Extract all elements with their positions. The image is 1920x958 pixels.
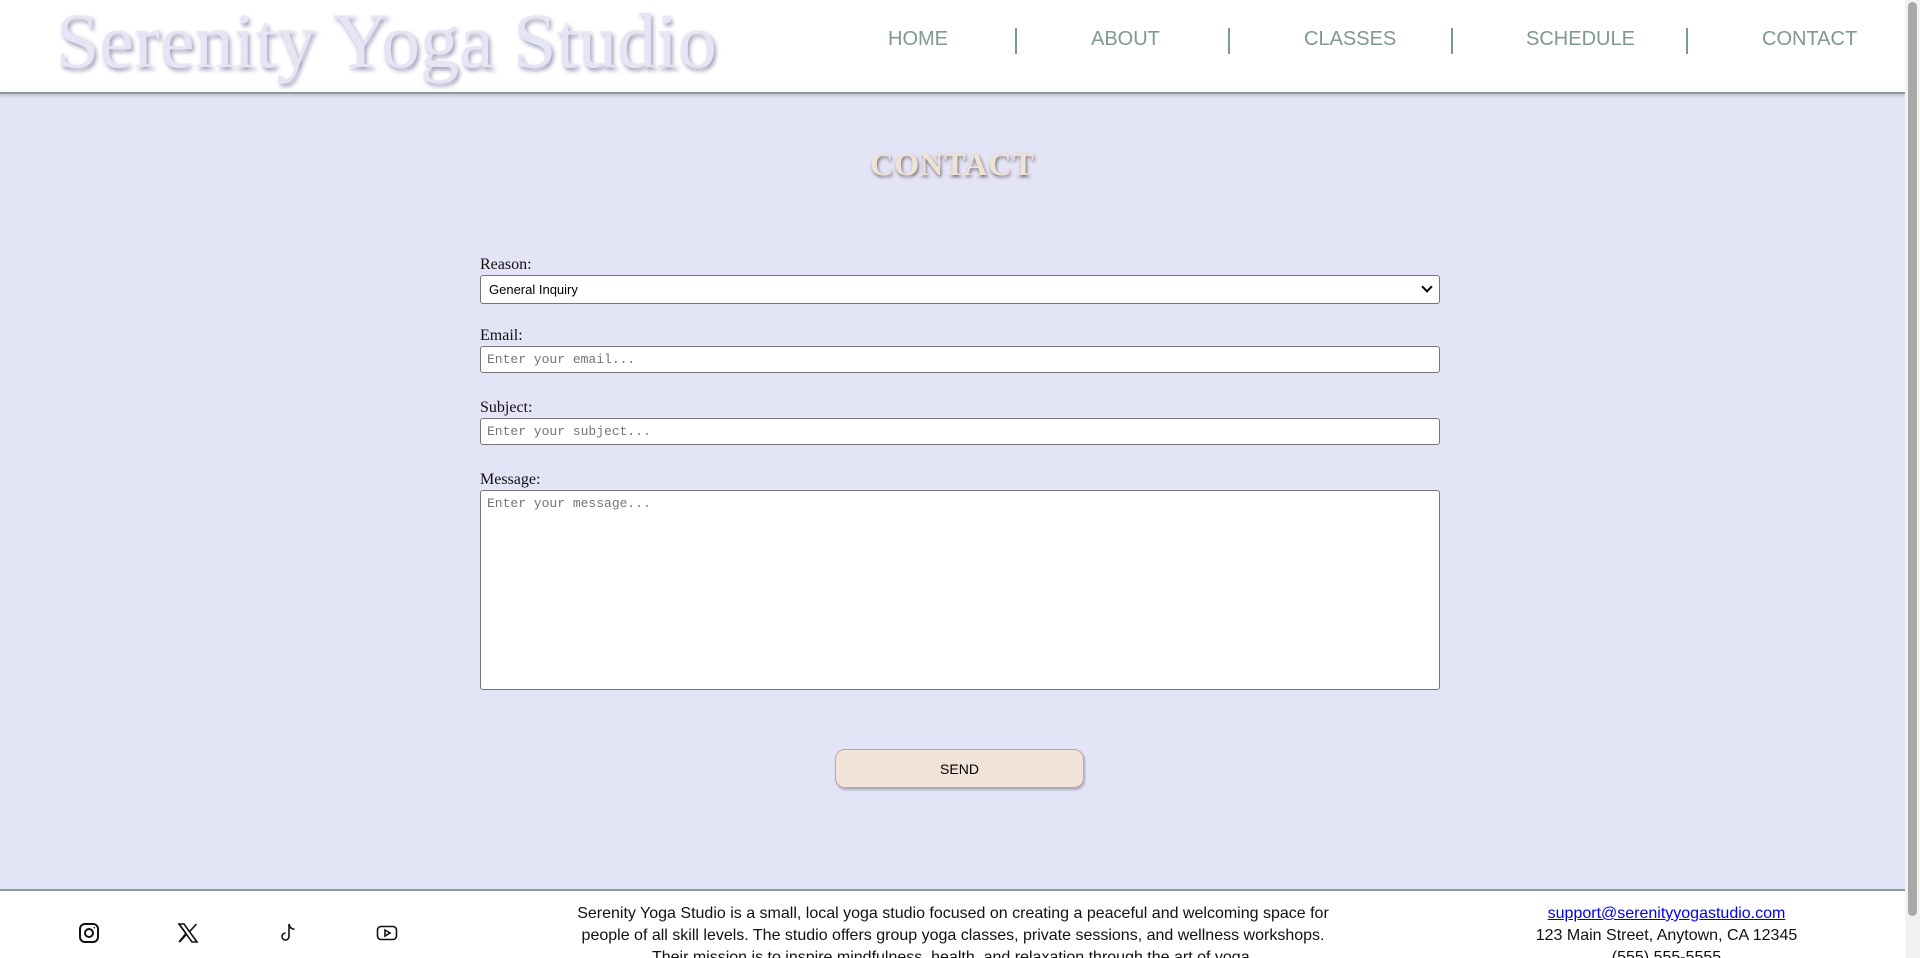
nav-classes[interactable]: CLASSES xyxy=(1304,28,1396,51)
nav-divider xyxy=(1451,28,1453,54)
reason-label: Reason: xyxy=(480,256,532,273)
footer-about-line: people of all skill levels. The studio o… xyxy=(581,927,1325,944)
support-email-link[interactable]: support@serenityyogastudio.com xyxy=(1548,905,1786,922)
footer-address: 123 Main Street, Anytown, CA 12345 xyxy=(1535,927,1798,944)
reason-selected-value: General Inquiry xyxy=(489,282,578,297)
nav-divider xyxy=(1228,28,1230,54)
tiktok-icon[interactable] xyxy=(276,921,300,945)
nav-contact[interactable]: CONTACT xyxy=(1762,28,1857,51)
page-title: CONTACT xyxy=(870,146,1035,182)
footer-phone: (555) 555-5555 xyxy=(1611,949,1722,958)
scrollbar-thumb[interactable] xyxy=(1908,2,1917,916)
nav-home[interactable]: HOME xyxy=(888,28,948,51)
nav-about[interactable]: ABOUT xyxy=(1091,28,1160,51)
footer-contact: support@serenityyogastudio.com 123 Main … xyxy=(1500,903,1833,958)
instagram-icon[interactable] xyxy=(77,921,101,945)
contact-form: Reason: General Inquiry Email: Subject: … xyxy=(480,256,1440,695)
footer-about: Serenity Yoga Studio is a small, local y… xyxy=(560,903,1346,958)
subject-field[interactable] xyxy=(480,418,1440,445)
message-label: Message: xyxy=(480,471,541,488)
main-nav: HOME ABOUT CLASSES SCHEDULE CONTACT xyxy=(0,0,1905,82)
reason-select[interactable]: General Inquiry xyxy=(480,275,1440,304)
chevron-down-icon xyxy=(1421,281,1433,293)
footer-about-line: Serenity Yoga Studio is a small, local y… xyxy=(577,905,1329,922)
page-scrollbar[interactable] xyxy=(1905,0,1920,958)
email-field[interactable] xyxy=(480,346,1440,373)
send-button[interactable]: SEND xyxy=(835,749,1084,788)
message-field[interactable] xyxy=(480,490,1440,690)
email-label: Email: xyxy=(480,327,523,344)
youtube-icon[interactable] xyxy=(375,921,399,945)
x-icon[interactable] xyxy=(176,921,200,945)
site-footer: Serenity Yoga Studio is a small, local y… xyxy=(0,889,1905,958)
nav-schedule[interactable]: SCHEDULE xyxy=(1526,28,1635,51)
subject-label: Subject: xyxy=(480,399,533,416)
nav-divider xyxy=(1686,28,1688,54)
footer-about-line: Their mission is to inspire mindfulness,… xyxy=(651,949,1255,958)
site-header: Serenity Yoga Studio HOME ABOUT CLASSES … xyxy=(0,0,1905,94)
nav-divider xyxy=(1015,28,1017,54)
